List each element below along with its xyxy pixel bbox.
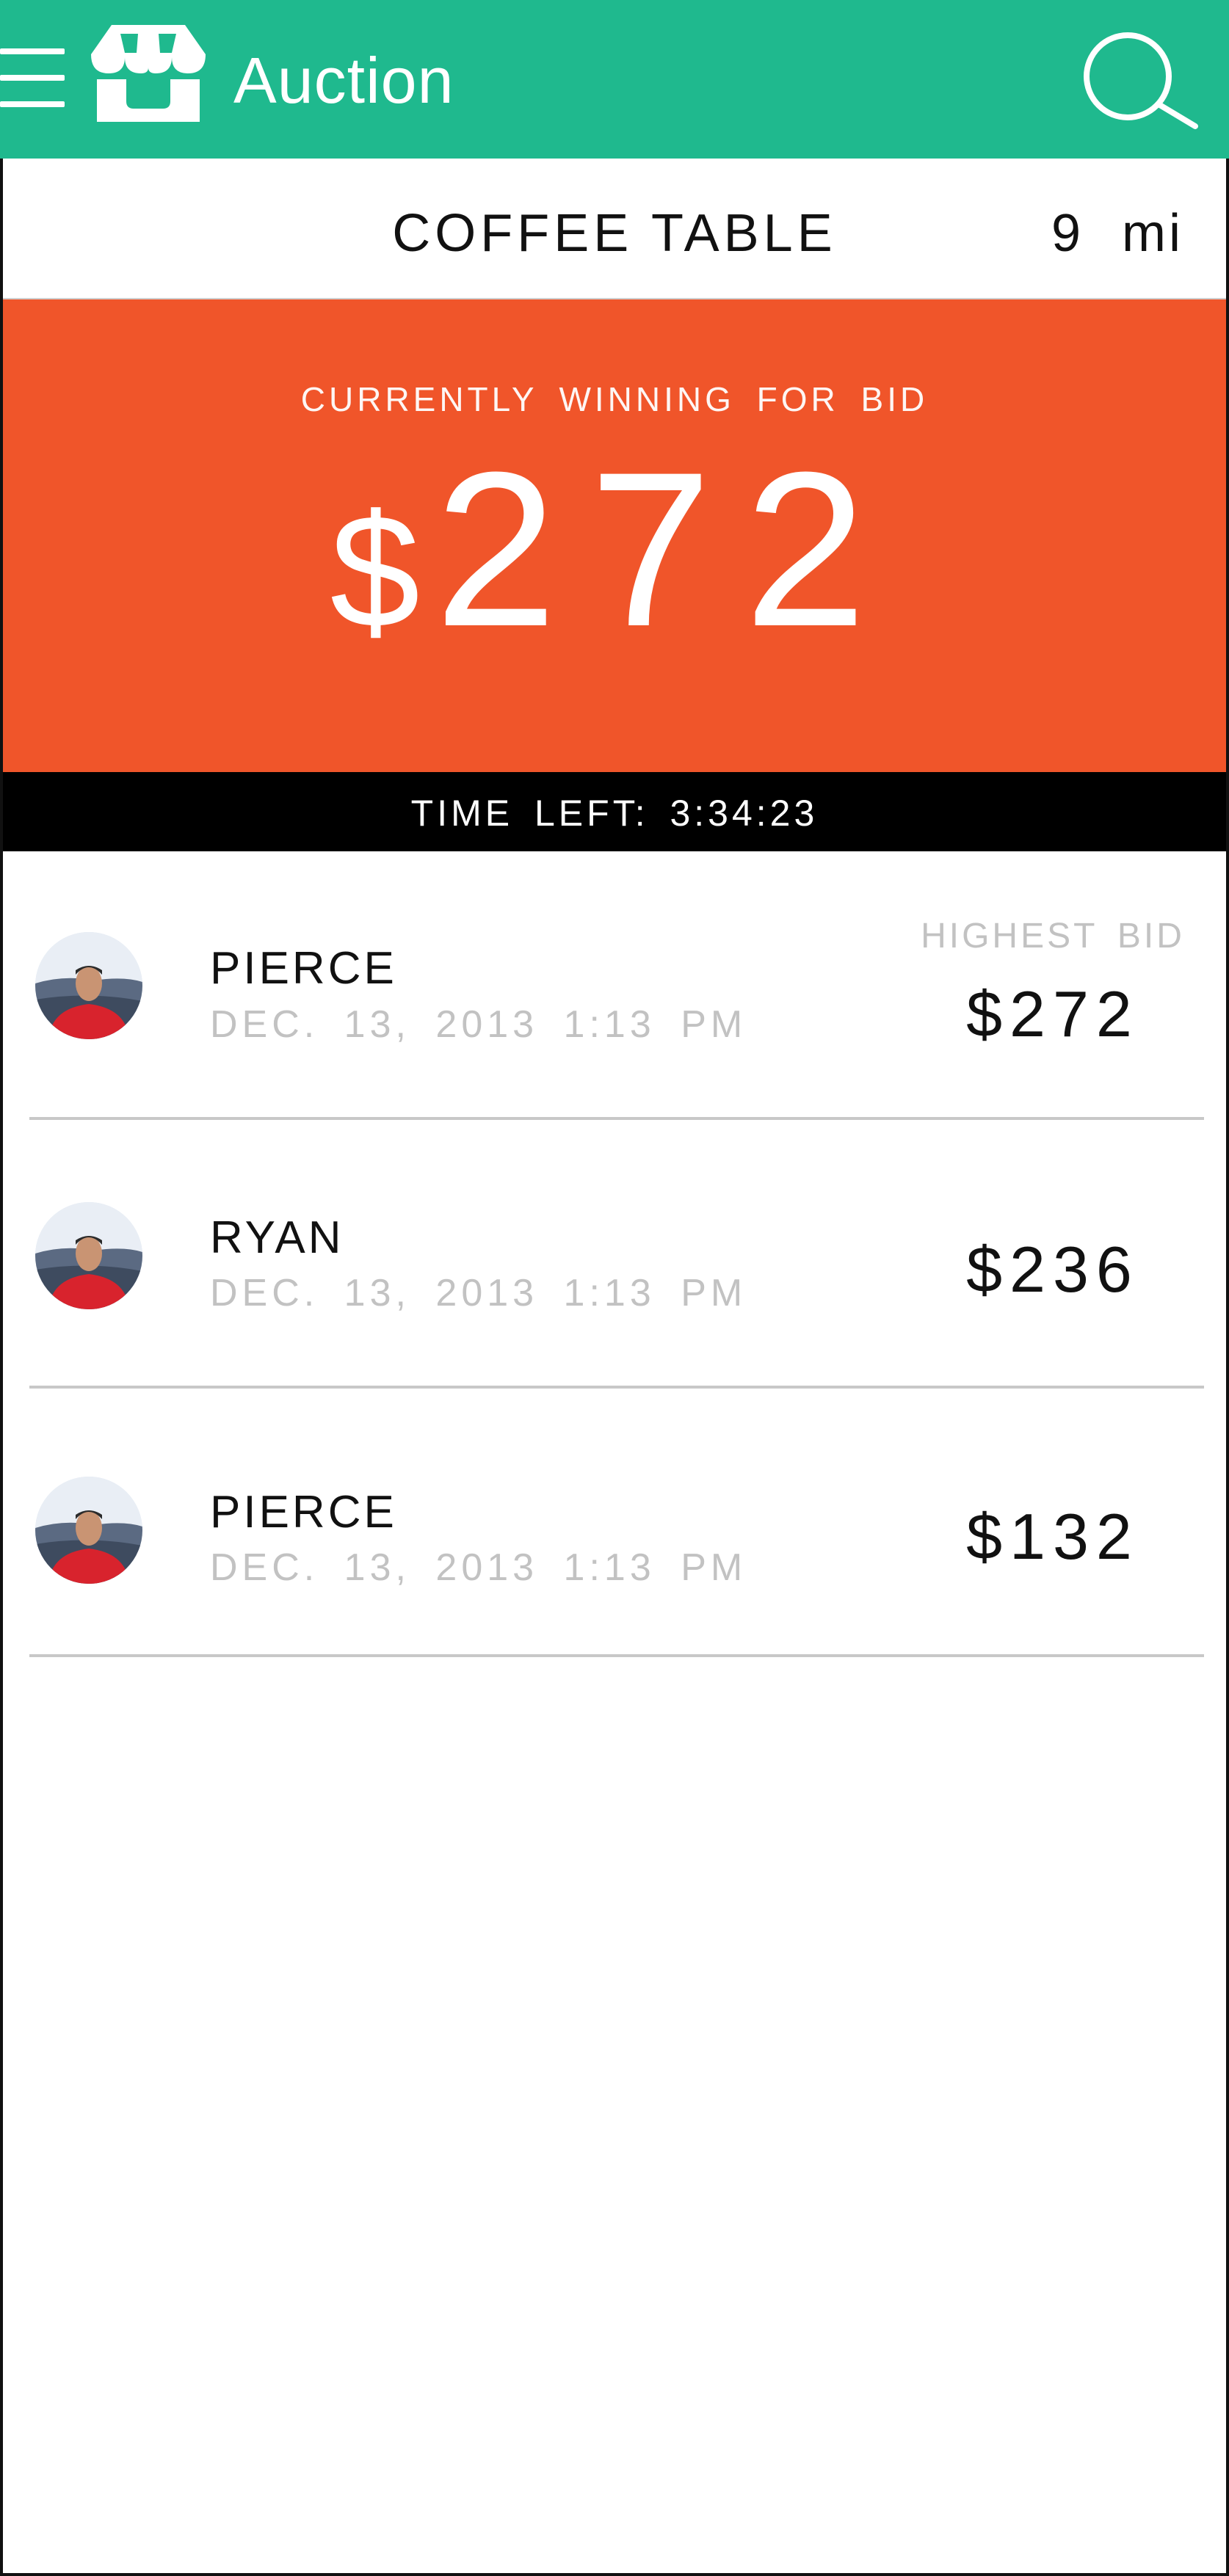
bid-row[interactable]: RYAN DEC. 13, 2013 1:13 PM $236 <box>3 1120 1226 1389</box>
item-header: COFFEE TABLE 9 mi <box>3 159 1226 299</box>
bid-date: DEC. 13, 2013 1:13 PM <box>210 1003 747 1046</box>
menu-line <box>0 101 65 107</box>
app-title: Auction <box>233 44 454 117</box>
bidder-name: PIERCE <box>210 1487 397 1538</box>
bid-date: DEC. 13, 2013 1:13 PM <box>210 1546 747 1589</box>
highest-bid-label: HIGHEST BID <box>921 917 1185 956</box>
storefront-icon <box>91 25 206 122</box>
bidder-avatar <box>35 932 142 1039</box>
bidder-avatar <box>35 1202 142 1309</box>
winning-bid-amount: $272 <box>3 439 1226 661</box>
bid-row[interactable]: PIERCE DEC. 13, 2013 1:13 PM HIGHEST BID… <box>3 851 1226 1120</box>
menu-line <box>0 75 65 81</box>
bid-amount: $132 <box>966 1500 1139 1573</box>
item-distance: 9 mi <box>1051 204 1183 263</box>
bid-row[interactable]: PIERCE DEC. 13, 2013 1:13 PM $132 <box>3 1389 1226 1657</box>
item-title: COFFEE TABLE <box>392 204 837 263</box>
row-divider <box>29 1654 1204 1657</box>
bid-date: DEC. 13, 2013 1:13 PM <box>210 1272 747 1314</box>
bidder-name: RYAN <box>210 1212 344 1263</box>
bidder-name: PIERCE <box>210 943 397 994</box>
time-left-bar: TIME LEFT: 3:34:23 <box>3 772 1226 851</box>
winning-bid-caption: CURRENTLY WINNING FOR BID <box>300 380 929 418</box>
winning-bid-value: 272 <box>434 426 899 672</box>
menu-line <box>0 48 65 54</box>
bid-amount: $236 <box>966 1233 1139 1306</box>
hamburger-menu-icon[interactable] <box>0 48 68 109</box>
search-icon[interactable] <box>1073 28 1198 131</box>
bid-amount: $272 <box>966 978 1139 1050</box>
currency-symbol: $ <box>330 481 420 661</box>
app-bar: Auction <box>0 0 1229 159</box>
time-left-text: TIME LEFT: 3:34:23 <box>410 793 819 834</box>
bidder-avatar <box>35 1477 142 1584</box>
winning-bid-banner: CURRENTLY WINNING FOR BID $272 <box>3 299 1226 772</box>
